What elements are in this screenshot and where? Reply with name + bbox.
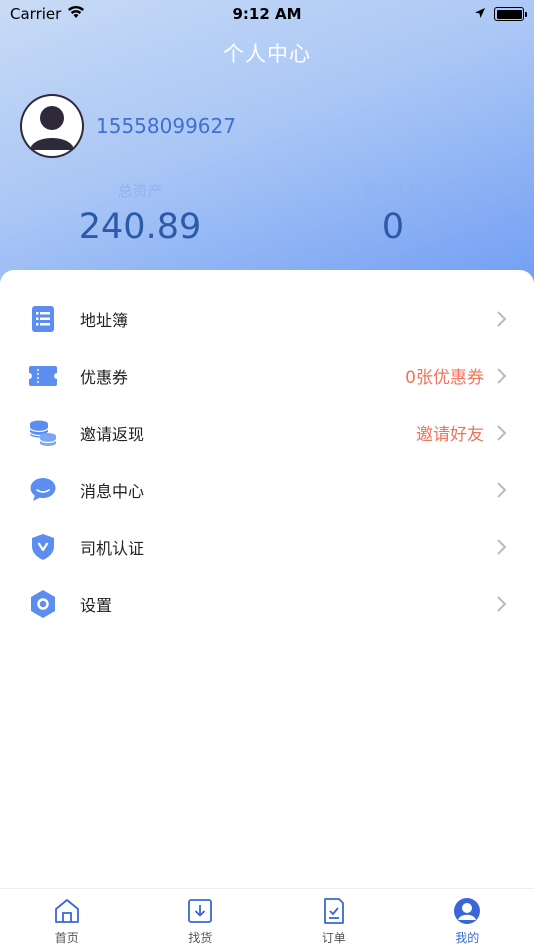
menu-item-coupon[interactable]: 优惠券 0张优惠券 [0,347,534,404]
menu-item-label: 消息中心 [80,481,145,501]
stat-label: 邀请人数 [362,182,423,200]
menu-card: 地址簿 优惠券 0张优惠券 邀请返现 邀请好友 消息中心 司机认证 设置 [0,270,534,890]
chevron-right-icon [497,538,507,555]
invite-count-stat[interactable]: 邀请人数 0 [283,180,503,247]
avatar[interactable] [20,94,84,158]
chevron-right-icon [497,424,507,441]
wifi-icon [67,5,85,23]
menu-item-label: 地址簿 [80,310,129,330]
location-arrow-icon [474,5,486,23]
stat-value: 240.89 [78,207,202,247]
shield-icon [28,532,58,562]
menu-item-settings[interactable]: 设置 [0,575,534,632]
menu-item-label: 设置 [80,595,113,615]
menu-item-message-center[interactable]: 消息中心 [0,461,534,518]
message-icon [28,475,58,505]
menu-item-label: 司机认证 [80,538,145,558]
tab-label: 我的 [455,931,480,945]
order-icon [323,898,344,924]
menu-item-label: 优惠券 [80,367,129,387]
menu-item-invite-cashback[interactable]: 邀请返现 邀请好友 [0,404,534,461]
tab-label: 首页 [54,931,79,945]
menu-item-label: 邀请返现 [80,424,145,444]
tab-home[interactable]: 首页 [0,897,134,946]
tab-label: 找货 [188,931,213,945]
status-bar: Carrier 9:12 AM [0,0,534,28]
stat-label: 总资产 [117,182,163,200]
chevron-right-icon [497,367,507,384]
coupon-count: 0张优惠券 [405,368,484,388]
page-title: 个人中心 [223,42,311,66]
coupon-icon [28,361,58,391]
download-box-icon [188,899,213,923]
chevron-right-icon [497,481,507,498]
tab-orders[interactable]: 订单 [267,897,401,946]
carrier-label: Carrier [10,5,62,23]
invite-friends-link[interactable]: 邀请好友 [416,420,484,445]
chevron-right-icon [497,310,507,327]
home-icon [54,899,79,923]
total-assets-stat[interactable]: 总资产 240.89 [30,180,250,247]
tab-mine[interactable]: 我的 [401,897,534,946]
chevron-right-icon [497,595,507,612]
settings-icon [28,589,58,619]
menu-item-address-book[interactable]: 地址簿 [0,290,534,347]
tab-label: 订单 [321,931,346,945]
tab-bar: 首页 找货 订单 我的 [0,888,534,950]
battery-icon [494,7,527,21]
coins-icon [28,418,58,448]
menu-item-driver-verification[interactable]: 司机认证 [0,518,534,575]
tab-find-goods[interactable]: 找货 [134,897,268,946]
avatar-person-icon [22,96,82,156]
address-book-icon [28,304,58,334]
user-phone: 15558099627 [96,114,236,138]
profile-icon [454,898,481,924]
stat-value: 0 [381,207,405,247]
